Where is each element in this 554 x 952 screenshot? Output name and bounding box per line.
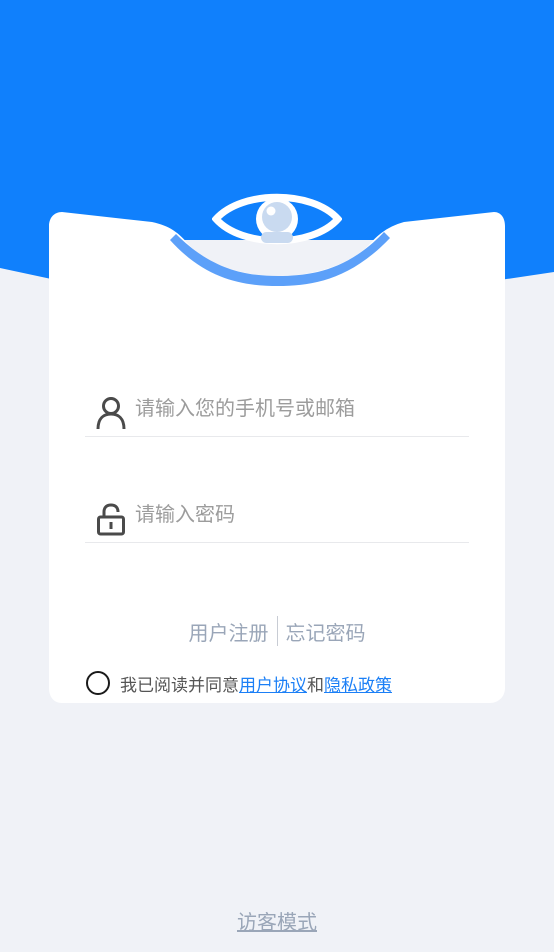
account-field xyxy=(85,376,469,437)
eye-logo-icon xyxy=(212,193,342,245)
register-link[interactable]: 用户注册 xyxy=(181,617,277,646)
header-background xyxy=(0,0,554,703)
lock-open-icon xyxy=(97,503,125,536)
guest-mode-link[interactable]: 访客模式 xyxy=(0,906,554,935)
agreement-and: 和 xyxy=(307,675,324,696)
agreement-row: 我已阅读并同意 用户协议 和 隐私政策 xyxy=(86,668,392,698)
account-links: 用户注册 忘记密码 xyxy=(0,614,554,648)
user-icon xyxy=(96,397,126,430)
password-input[interactable] xyxy=(135,492,455,536)
forgot-password-link[interactable]: 忘记密码 xyxy=(278,617,374,646)
agreement-prefix: 我已阅读并同意 xyxy=(120,675,239,696)
account-input[interactable] xyxy=(135,386,455,430)
password-field xyxy=(85,482,469,543)
radio-circle-icon[interactable] xyxy=(86,671,110,695)
privacy-policy-link[interactable]: 隐私政策 xyxy=(324,671,392,696)
user-agreement-link[interactable]: 用户协议 xyxy=(239,671,307,696)
